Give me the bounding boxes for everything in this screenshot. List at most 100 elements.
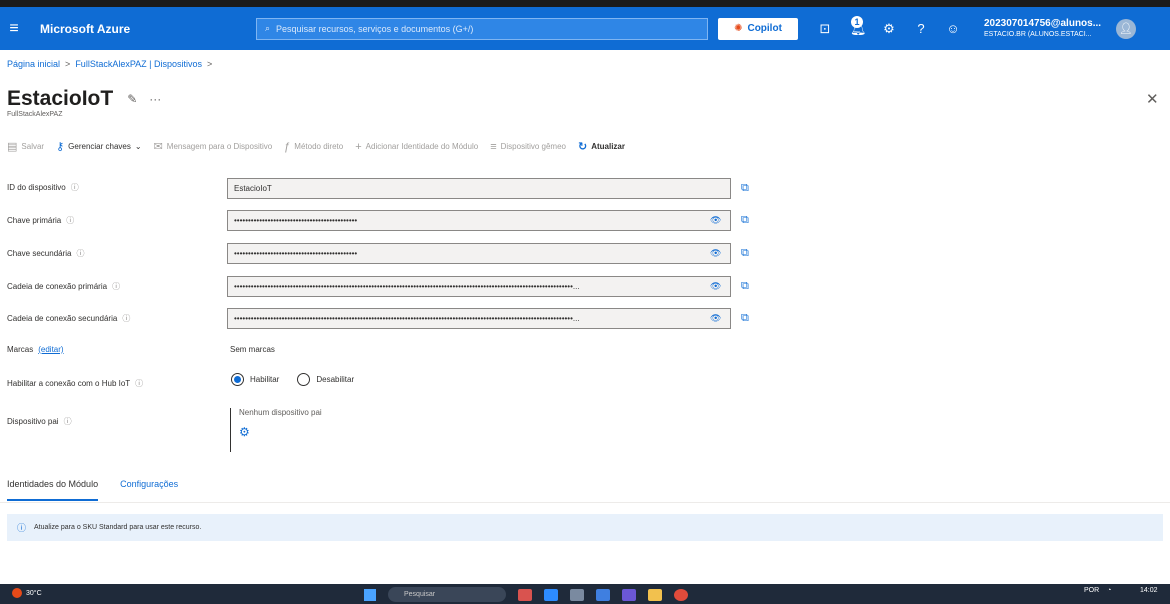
device-id-field[interactable]: EstacioIoT — [227, 178, 731, 199]
show-eye-icon[interactable]: 👁︎ — [710, 313, 721, 324]
info-icon[interactable]: ⓘ — [64, 416, 72, 427]
device-id-label-row: ID do dispositivo ⓘ — [7, 182, 79, 193]
copilot-icon: ✺ — [734, 23, 743, 34]
tags-value: Sem marcas — [230, 345, 275, 354]
weather-widget[interactable]: 30°C — [12, 588, 42, 598]
info-icon[interactable]: ⓘ — [71, 182, 79, 193]
breadcrumb-home[interactable]: Página inicial — [7, 59, 60, 69]
manage-keys-label: Gerenciar chaves — [68, 142, 131, 151]
info-icon[interactable]: ⓘ — [112, 281, 120, 292]
brand-title[interactable]: Microsoft Azure — [40, 22, 230, 36]
primary-key-field[interactable]: ••••••••••••••••••••••••••••••••••••••••… — [227, 210, 731, 231]
copy-icon[interactable]: ⧉ — [741, 182, 749, 195]
info-icon[interactable]: ⓘ — [135, 378, 143, 389]
parent-device-value: Nenhum dispositivo pai — [239, 408, 322, 417]
secondary-connection-string-field[interactable]: ••••••••••••••••••••••••••••••••••••••••… — [227, 308, 731, 329]
menu-icon[interactable]: ≡ — [0, 20, 28, 38]
pin-icon[interactable]: ✎ — [127, 92, 137, 106]
copy-icon[interactable]: ⧉ — [741, 280, 749, 293]
app-icon[interactable] — [596, 588, 610, 601]
app-icon[interactable] — [518, 588, 532, 601]
weather-icon — [12, 588, 22, 598]
add-module-identity-button[interactable]: + Adicionar Identidade do Módulo — [355, 141, 478, 153]
save-icon: ▤ — [7, 141, 18, 153]
notifications-icon[interactable]: 🔔︎ 1 — [850, 15, 867, 37]
hub-connection-label-row: Habilitar a conexão com o Hub IoT ⓘ — [7, 378, 143, 389]
account-directory: ESTACIO.BR (ALUNOS.ESTACI... — [984, 30, 1092, 38]
info-icon[interactable]: ⓘ — [122, 313, 130, 324]
hub-connection-label: Habilitar a conexão com o Hub IoT — [7, 379, 131, 388]
windows-taskbar: 30°C Pesquisar POR ◔ 14:02 — [0, 584, 1170, 604]
message-label: Mensagem para o Dispositivo — [166, 142, 273, 151]
save-button[interactable]: ▤ Salvar — [7, 140, 44, 153]
taskbar-search[interactable]: Pesquisar — [388, 587, 506, 602]
breadcrumb-separator: > — [207, 59, 213, 69]
breadcrumb-hub-devices[interactable]: FullStackAlexPAZ | Dispositivos — [75, 59, 202, 69]
account-info[interactable]: 202307014756@alunos... ESTACIO.BR (ALUNO… — [984, 18, 1106, 40]
primary-connection-string-field[interactable]: ••••••••••••••••••••••••••••••••••••••••… — [227, 276, 731, 297]
app-icon[interactable] — [622, 588, 636, 601]
enable-radio[interactable] — [231, 373, 244, 386]
hub-connection-radio-group: Habilitar Desabilitar — [231, 373, 354, 386]
wifi-icon[interactable]: ◔ — [1107, 587, 1111, 594]
device-id-label: ID do dispositivo — [7, 183, 66, 192]
parent-device-box: Nenhum dispositivo pai ⚙ — [230, 408, 322, 452]
chrome-icon[interactable] — [674, 588, 688, 601]
folder-icon[interactable] — [648, 588, 662, 601]
primary-key-label-row: Chave primária ⓘ — [7, 215, 74, 226]
primary-conn-label: Cadeia de conexão primária — [7, 282, 108, 291]
settings-icon[interactable]: ⚙ — [882, 21, 896, 37]
field-divider — [730, 243, 731, 264]
global-search-input[interactable]: ⌕ Pesquisar recursos, serviços e documen… — [256, 17, 708, 40]
refresh-icon: ↻ — [577, 141, 588, 153]
avatar[interactable]: 👤︎ — [1116, 18, 1136, 39]
disable-radio[interactable] — [297, 373, 311, 386]
message-to-device-button[interactable]: ✉ Mensagem para o Dispositivo — [154, 140, 273, 153]
show-eye-icon[interactable]: 👁︎ — [710, 215, 721, 226]
manage-keys-button[interactable]: ⚷ Gerenciar chaves ⌄ — [56, 140, 141, 153]
tab-configurations[interactable]: Configurações — [120, 479, 178, 501]
device-twin-button[interactable]: ≡ Dispositivo gêmeo — [490, 141, 566, 153]
module-tabs: Identidades do Módulo Configurações — [7, 479, 178, 501]
edit-tags-link[interactable]: (editar) — [38, 345, 63, 354]
info-icon[interactable]: ⓘ — [76, 248, 84, 259]
page-subtitle: FullStackAlexPAZ — [7, 111, 63, 118]
refresh-button[interactable]: ↻ Atualizar — [578, 140, 625, 153]
copy-icon[interactable]: ⧉ — [741, 312, 749, 325]
account-email: 202307014756@alunos... — [984, 17, 1102, 29]
twin-icon: ≡ — [490, 140, 497, 153]
copilot-button[interactable]: ✺ Copilot — [718, 17, 798, 40]
feedback-icon[interactable]: ☺ — [946, 21, 960, 37]
info-icon[interactable]: ⓘ — [66, 215, 74, 226]
help-icon[interactable]: ? — [914, 21, 928, 37]
cloud-shell-icon[interactable]: ⊡ — [818, 21, 832, 37]
windows-start-icon[interactable] — [364, 588, 376, 601]
copy-icon[interactable]: ⧉ — [741, 214, 749, 227]
breadcrumb-separator: > — [65, 59, 71, 69]
search-placeholder: Pesquisar recursos, serviços e documento… — [276, 23, 474, 34]
settings-gear-icon[interactable]: ⚙ — [239, 425, 322, 439]
show-eye-icon[interactable]: 👁︎ — [710, 281, 721, 292]
secondary-key-field[interactable]: ••••••••••••••••••••••••••••••••••••••••… — [227, 243, 731, 264]
app-icon[interactable] — [570, 588, 584, 601]
close-icon[interactable]: ✕ — [1146, 90, 1159, 108]
tab-divider — [0, 502, 1170, 503]
parent-device-label-row: Dispositivo pai ⓘ — [7, 416, 72, 427]
method-icon: ƒ — [284, 140, 291, 153]
copy-icon[interactable]: ⧉ — [741, 247, 749, 260]
info-icon: ⓘ — [17, 523, 27, 533]
search-icon: ⌕ — [265, 23, 271, 33]
clock[interactable]: 14:02 — [1140, 587, 1158, 594]
message-icon: ✉ — [153, 141, 163, 153]
app-icon[interactable] — [544, 588, 558, 601]
secondary-key-label-row: Chave secundária ⓘ — [7, 248, 84, 259]
copilot-label: Copilot — [747, 23, 782, 34]
more-icon[interactable]: ··· — [149, 92, 161, 106]
direct-method-button[interactable]: ƒ Método direto — [284, 141, 343, 153]
direct-method-label: Método direto — [294, 142, 344, 151]
add-module-label: Adicionar Identidade do Módulo — [365, 142, 479, 151]
tab-module-identities[interactable]: Identidades do Módulo — [7, 479, 99, 501]
show-eye-icon[interactable]: 👁︎ — [710, 248, 721, 259]
tags-label: Marcas — [7, 345, 34, 354]
language-indicator[interactable]: POR — [1084, 587, 1099, 594]
